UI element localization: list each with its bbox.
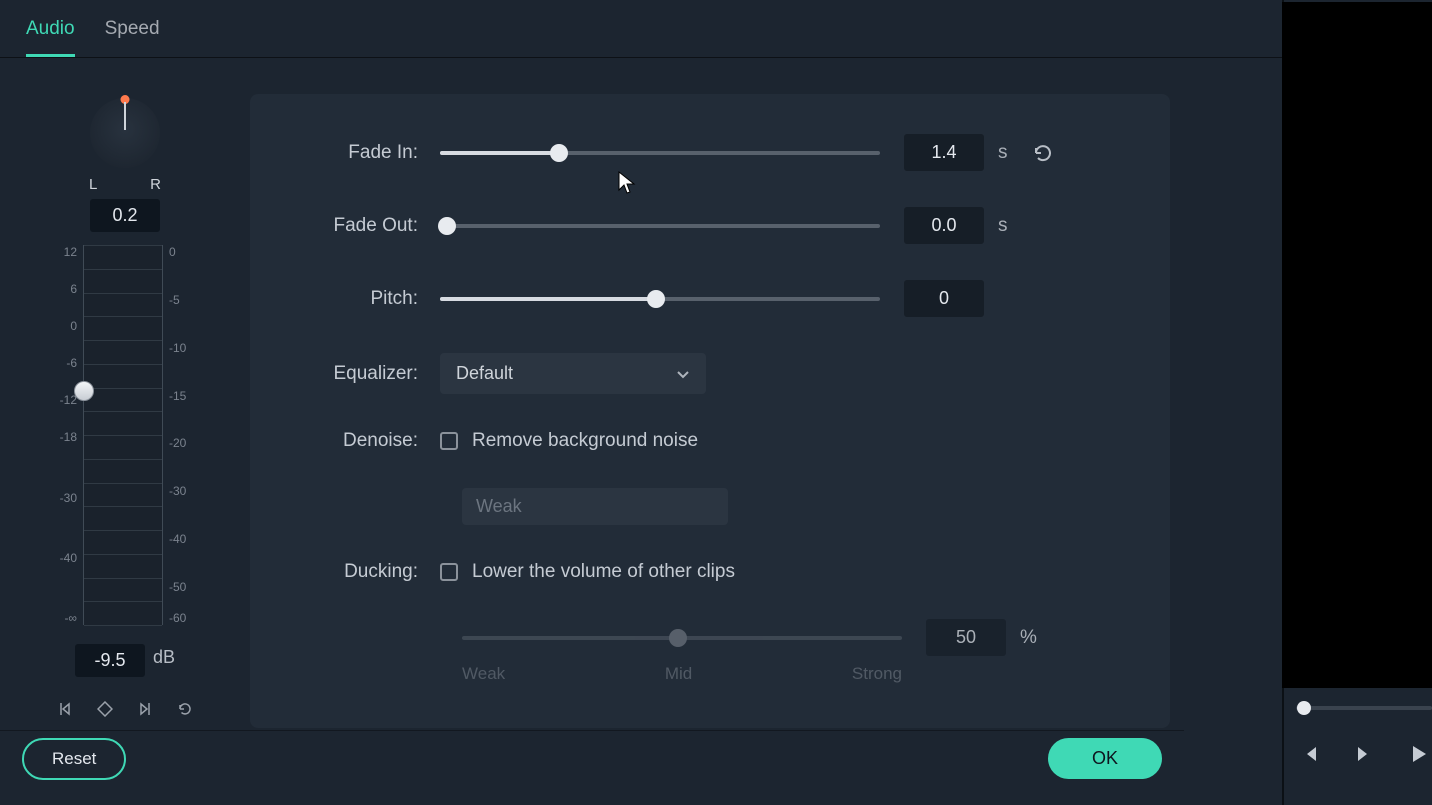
pan-labels: L R <box>89 176 161 193</box>
fade-in-reset-icon[interactable] <box>1032 142 1054 164</box>
chevron-down-icon <box>676 367 690 381</box>
fade-out-value[interactable]: 0.0 <box>904 207 984 244</box>
denoise-checkbox[interactable] <box>440 432 458 450</box>
fade-out-label: Fade Out: <box>280 215 440 237</box>
denoise-label: Denoise: <box>280 430 440 452</box>
keyframe-controls <box>57 701 193 717</box>
meter-scale-right: 0-5-10-15-20-30-40-50-60 <box>169 245 195 625</box>
ducking-slider[interactable] <box>462 636 902 640</box>
audio-settings-card: Fade In: 1.4 s Fade Out: 0.0 s Pitch: <box>250 94 1170 728</box>
denoise-check-label: Remove background noise <box>472 430 698 452</box>
step-forward-icon[interactable] <box>1352 742 1376 766</box>
ducking-checkbox[interactable] <box>440 563 458 581</box>
db-value[interactable]: -9.5 <box>75 644 145 677</box>
keyframe-prev-icon[interactable] <box>57 701 73 717</box>
fade-in-label: Fade In: <box>280 142 440 164</box>
denoise-strength-select[interactable]: Weak <box>462 488 728 525</box>
reset-button[interactable]: Reset <box>22 738 126 780</box>
keyframe-add-icon[interactable] <box>97 701 113 717</box>
pan-tick <box>124 102 126 130</box>
ducking-scale-labels: Weak Mid Strong <box>462 664 902 684</box>
keyframe-next-icon[interactable] <box>137 701 153 717</box>
ducking-unit: % <box>1020 627 1038 649</box>
pitch-slider[interactable] <box>440 297 880 301</box>
volume-handle[interactable] <box>74 381 94 401</box>
step-back-icon[interactable] <box>1298 742 1322 766</box>
keyframe-reset-icon[interactable] <box>177 701 193 717</box>
ducking-scale-weak: Weak <box>462 664 505 684</box>
ok-button[interactable]: OK <box>1048 738 1162 779</box>
pan-label-right: R <box>150 176 161 193</box>
pan-knob[interactable] <box>90 98 160 168</box>
fade-out-unit: s <box>998 215 1016 237</box>
volume-meter[interactable] <box>83 245 163 625</box>
preview-pane <box>1282 0 1432 805</box>
pitch-value[interactable]: 0 <box>904 280 984 317</box>
meter-scale-left: 1260-6-12-18-30-40-∞ <box>55 245 77 625</box>
tab-speed[interactable]: Speed <box>105 18 160 57</box>
preview-video <box>1282 2 1432 688</box>
pan-label-left: L <box>89 176 97 193</box>
ducking-check-label: Lower the volume of other clips <box>472 561 735 583</box>
equalizer-select[interactable]: Default <box>440 353 706 394</box>
preview-scrub-thumb[interactable] <box>1297 701 1311 715</box>
fade-in-value[interactable]: 1.4 <box>904 134 984 171</box>
equalizer-selected: Default <box>456 363 513 384</box>
ducking-scale-strong: Strong <box>852 664 902 684</box>
preview-scrubber[interactable] <box>1296 706 1432 710</box>
ducking-value[interactable]: 50 <box>926 619 1006 656</box>
pan-value[interactable]: 0.2 <box>90 199 160 232</box>
footer-bar: Reset OK <box>0 730 1184 786</box>
fade-out-slider[interactable] <box>440 224 880 228</box>
fade-in-slider[interactable] <box>440 151 880 155</box>
pitch-label: Pitch: <box>280 288 440 310</box>
db-unit: dB <box>153 647 175 668</box>
play-icon[interactable] <box>1406 742 1430 766</box>
ducking-label: Ducking: <box>280 561 440 583</box>
tab-audio[interactable]: Audio <box>26 18 75 57</box>
tabs-bar: Audio Speed <box>0 0 1432 58</box>
volume-meter-panel: L R 0.2 1260-6-12-18-30-40-∞ 0-5-10-15-2… <box>0 58 250 728</box>
fade-in-unit: s <box>998 142 1016 164</box>
equalizer-label: Equalizer: <box>280 363 440 385</box>
ducking-scale-mid: Mid <box>665 664 692 684</box>
